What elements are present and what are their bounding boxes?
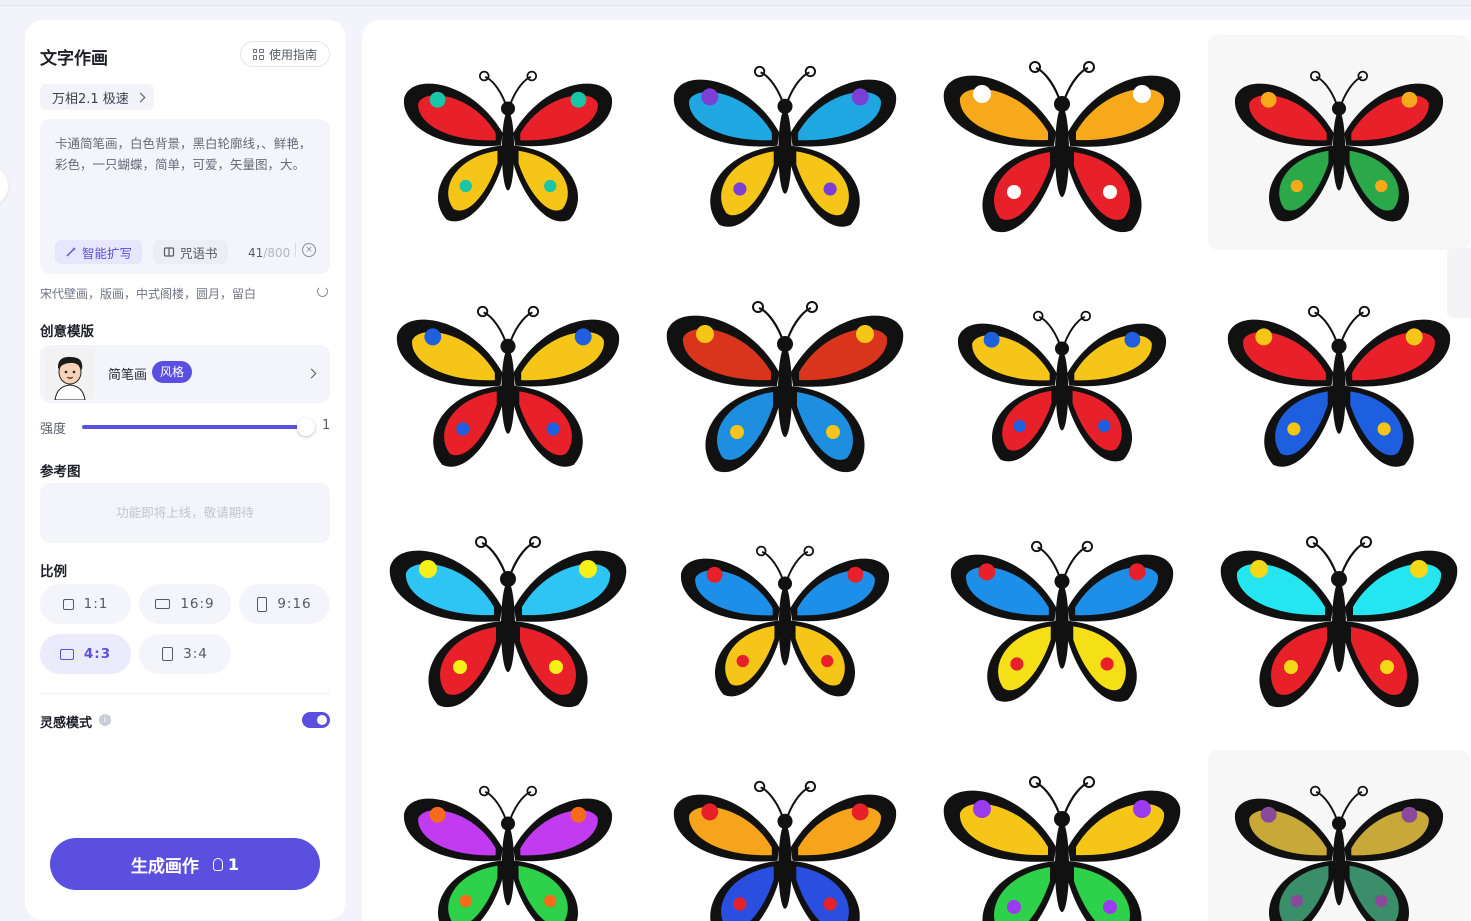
landscape-icon [155, 599, 171, 609]
inspiration-mode-label: 灵感模式 [40, 716, 93, 731]
smart-expand-button[interactable]: 智能扩写 [55, 240, 143, 264]
butterfly-image[interactable] [654, 510, 916, 725]
usage-guide-label: 使用指南 [268, 47, 317, 62]
ratio-1-1-button[interactable]: 1:1 [40, 584, 131, 624]
book-icon [163, 247, 175, 257]
ratio-label: 4:3 [83, 646, 112, 662]
prompt-suggestion[interactable]: 宋代壁画，版画，中式阁楼，圆月，留白 [40, 285, 256, 302]
cost-value: 1 [227, 854, 240, 874]
top-border [0, 0, 1471, 6]
char-counter: 41/800 [248, 246, 290, 260]
spellbook-button[interactable]: 咒语书 [153, 240, 228, 264]
template-name: 简笔画 [108, 368, 148, 383]
reference-section-title: 参考图 [40, 464, 81, 480]
char-count: 41 [248, 246, 264, 260]
template-section-title: 创意模版 [40, 324, 94, 340]
counter-divider [295, 243, 296, 257]
strength-label: 强度 [40, 422, 67, 437]
butterfly-image[interactable] [1208, 750, 1470, 921]
generate-button[interactable]: 生成画作 1 [50, 838, 320, 890]
model-label: 万相2.1 极速 [52, 91, 129, 107]
butterfly-image[interactable] [931, 275, 1193, 490]
prompt-input[interactable]: 卡通简笔画，白色背景，黑白轮廓线，、鲜艳，彩色，一只蝴蝶，简单，可爱，矢量图，大… [40, 119, 330, 274]
template-avatar [45, 348, 95, 400]
landscape-icon [59, 648, 74, 660]
ratio-label: 1:1 [83, 596, 109, 612]
butterfly-image[interactable] [654, 35, 916, 250]
side-drawer-handle[interactable] [1447, 248, 1471, 318]
ratio-label: 16:9 [180, 596, 215, 612]
ratio-3-4-button[interactable]: 3:4 [139, 634, 231, 674]
butterfly-image[interactable] [377, 750, 639, 921]
reference-image-placeholder: 功能即将上线，敬请期待 [40, 483, 330, 543]
ratio-label: 9:16 [277, 596, 312, 612]
usage-guide-button[interactable]: 使用指南 [240, 41, 330, 67]
style-badge: 风格 [152, 361, 193, 383]
ratio-9-16-button[interactable]: 9:16 [239, 584, 330, 624]
strength-value: 1 [322, 418, 331, 433]
image-gallery [362, 20, 1471, 921]
ratio-label: 3:4 [183, 646, 208, 662]
butterfly-image[interactable] [1208, 510, 1470, 725]
butterfly-image[interactable] [1208, 275, 1470, 490]
clear-icon[interactable]: × [302, 243, 316, 257]
strength-slider-handle[interactable] [297, 418, 315, 436]
section-divider [40, 693, 330, 694]
butterfly-image[interactable] [931, 510, 1193, 725]
butterfly-image[interactable] [931, 750, 1193, 921]
generate-cost: 1 [212, 854, 240, 874]
portrait-icon [257, 596, 268, 612]
spellbook-label: 咒语书 [180, 245, 218, 261]
smart-expand-label: 智能扩写 [82, 245, 133, 261]
portrait-icon [162, 647, 174, 661]
ratio-16-9-button[interactable]: 16:9 [139, 584, 231, 624]
ratio-4-3-button[interactable]: 4:3 [40, 634, 131, 674]
cartoon-boy-icon [45, 348, 95, 400]
chevron-right-icon [306, 368, 317, 379]
magic-wand-icon [66, 247, 76, 257]
generation-panel: 文字作画 使用指南 万相2.1 极速 卡通简笔画，白色背景，黑白轮廓线，、鲜艳，… [25, 20, 346, 920]
butterfly-image[interactable] [377, 275, 639, 490]
grid-icon [252, 48, 264, 60]
bulb-icon [212, 857, 223, 871]
sidebar-toggle-tab[interactable] [0, 166, 8, 206]
butterfly-image[interactable] [654, 750, 916, 921]
butterfly-image[interactable] [1208, 35, 1470, 250]
ratio-section-title: 比例 [40, 564, 67, 580]
butterfly-image[interactable] [654, 275, 916, 490]
strength-slider-track[interactable] [82, 425, 298, 429]
butterfly-image[interactable] [377, 35, 639, 250]
refresh-icon[interactable] [317, 286, 328, 297]
chevron-right-icon [135, 92, 146, 102]
info-icon[interactable]: i [99, 714, 111, 726]
char-max: /800 [263, 246, 291, 260]
inspiration-mode-toggle[interactable] [302, 712, 330, 728]
butterfly-image[interactable] [377, 510, 639, 725]
generate-label: 生成画作 [130, 856, 199, 877]
model-selector[interactable]: 万相2.1 极速 [40, 84, 154, 110]
prompt-text[interactable]: 卡通简笔画，白色背景，黑白轮廓线，、鲜艳，彩色，一只蝴蝶，简单，可爱，矢量图，大… [55, 133, 315, 175]
square-icon [62, 598, 74, 610]
panel-title: 文字作画 [40, 49, 108, 69]
template-selector[interactable]: 简笔画 风格 [40, 345, 330, 403]
butterfly-image[interactable] [931, 35, 1193, 250]
